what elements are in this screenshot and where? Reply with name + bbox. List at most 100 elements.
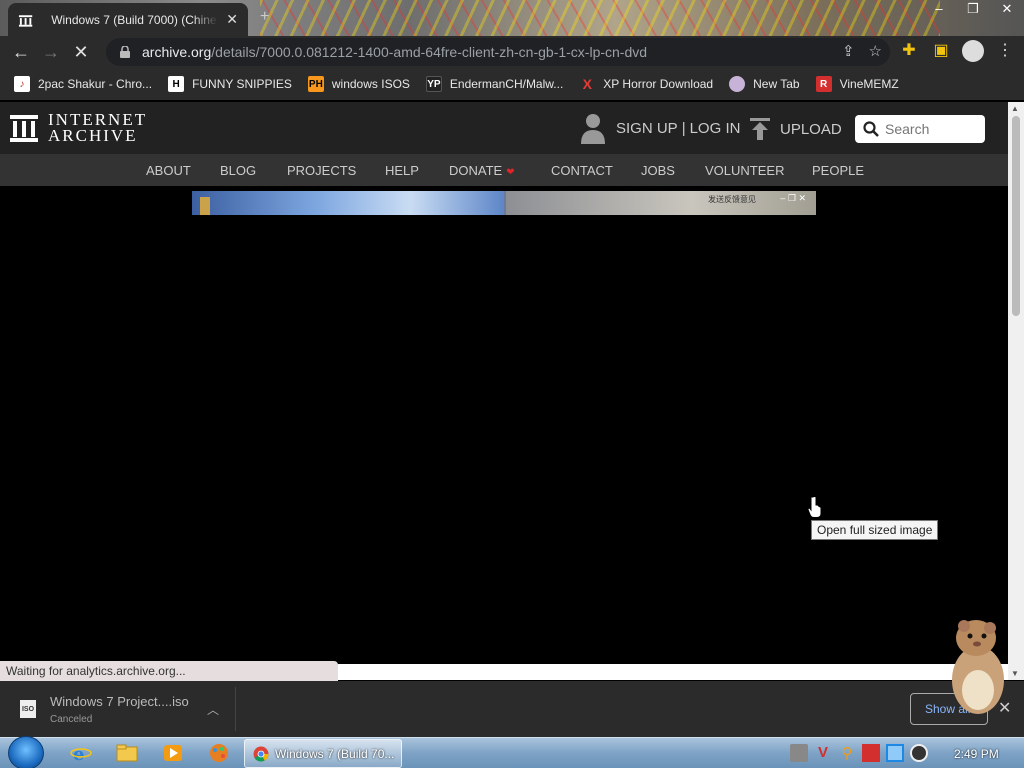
- browser-titlebar: Windows 7 (Build 7000) (Chinese ✕ + – ❐ …: [0, 0, 1024, 36]
- bookmark-item[interactable]: R VineMEMZ: [815, 76, 899, 92]
- nav-jobs[interactable]: JOBS: [641, 163, 675, 178]
- search-icon: [863, 121, 879, 137]
- tray-search-icon[interactable]: ⚲: [838, 744, 856, 762]
- browser-toolbar: ← → ✕ archive.org/details/7000.0.081212-…: [0, 36, 1024, 68]
- user-silhouette-icon: [581, 114, 605, 144]
- hand-cursor-icon: [808, 496, 822, 518]
- tab-title: Windows 7 (Build 7000) (Chinese: [51, 12, 219, 27]
- taskbar-window-label: Windows 7 (Build 70...: [275, 746, 395, 761]
- scroll-thumb[interactable]: [1012, 116, 1020, 316]
- page-bottom-band: [338, 664, 1008, 680]
- downloads-bar: ISO Windows 7 Project....iso Canceled ︿: [0, 681, 1024, 737]
- nav-volunteer[interactable]: VOLUNTEER: [705, 163, 784, 178]
- avatar-icon: [729, 76, 746, 92]
- browser-tools: ✚ ▣ ⋮: [898, 40, 1016, 62]
- tray-monitor-icon[interactable]: [886, 744, 904, 762]
- ia-search-box: [855, 115, 985, 143]
- desktop-hamster-pet[interactable]: [940, 618, 1010, 718]
- chevron-up-icon[interactable]: ︿: [207, 701, 219, 718]
- preview-window-controls: – ❐ ✕: [780, 193, 806, 203]
- file-explorer-icon[interactable]: [116, 743, 138, 763]
- start-orb-icon[interactable]: [8, 736, 44, 768]
- url-text: archive.org/details/7000.0.081212-1400-a…: [142, 44, 647, 60]
- nav-blog[interactable]: BLOG: [220, 163, 256, 178]
- internet-explorer-icon[interactable]: e: [70, 743, 92, 763]
- close-window-icon[interactable]: ✕: [990, 0, 1024, 18]
- heart-icon: ❤: [506, 167, 515, 178]
- nav-people[interactable]: PEOPLE: [812, 163, 864, 178]
- minimize-icon[interactable]: –: [922, 0, 956, 18]
- search-input[interactable]: [885, 121, 975, 137]
- nav-contact[interactable]: CONTACT: [551, 163, 613, 178]
- bookmark-item[interactable]: H FUNNY SNIPPIES: [168, 76, 292, 92]
- log-in-link[interactable]: LOG IN: [690, 120, 741, 137]
- nav-donate-label: DONATE: [449, 163, 503, 178]
- scroll-down-icon[interactable]: ▼: [1011, 669, 1019, 678]
- bookmark-item[interactable]: ♪ 2pac Shakur - Chro...: [14, 76, 152, 92]
- scroll-up-icon[interactable]: ▲: [1011, 104, 1019, 113]
- taskbar-clock[interactable]: 2:49 PM: [954, 747, 999, 761]
- media-player-icon[interactable]: [162, 743, 184, 763]
- preview-desktop-wallpaper: [192, 191, 504, 215]
- bookmark-label: 2pac Shakur - Chro...: [38, 77, 153, 91]
- url-host: archive.org: [142, 44, 212, 60]
- side-panel-icon[interactable]: ▣: [930, 40, 952, 62]
- iso-file-icon: ISO: [20, 700, 36, 718]
- nav-donate[interactable]: DONATE ❤: [449, 163, 515, 178]
- profile-avatar-icon[interactable]: [962, 40, 984, 62]
- tray-app-icon[interactable]: [790, 744, 808, 762]
- upload-link[interactable]: UPLOAD: [750, 118, 842, 140]
- nav-about[interactable]: ABOUT: [146, 163, 191, 178]
- forward-icon[interactable]: →: [36, 37, 66, 67]
- tab-close-icon[interactable]: ✕: [226, 11, 238, 28]
- bookmark-item[interactable]: YP EndermanCH/Malw...: [425, 76, 564, 92]
- menu-dots-icon[interactable]: ⋮: [994, 40, 1016, 62]
- upload-label: UPLOAD: [780, 120, 842, 138]
- sign-up-link[interactable]: SIGN UP: [616, 120, 678, 137]
- upload-arrow-icon: [750, 118, 770, 140]
- preview-caption: 发送反馈意见: [708, 195, 756, 204]
- window-controls: – ❐ ✕: [922, 0, 1024, 18]
- taskbar-chrome-window[interactable]: Windows 7 (Build 70...: [244, 739, 402, 768]
- logo-line-2: ARCHIVE: [48, 126, 138, 145]
- tray-flag-icon[interactable]: [862, 744, 880, 762]
- bookmark-label: EndermanCH/Malw...: [449, 77, 564, 91]
- ia-top-nav: ABOUT BLOG PROJECTS HELP DONATE ❤ CONTACT…: [0, 154, 1008, 186]
- nav-projects[interactable]: PROJECTS: [287, 163, 356, 178]
- image-tooltip: Open full sized image: [811, 520, 939, 540]
- restore-icon[interactable]: ❐: [956, 0, 990, 18]
- bookmark-label: New Tab: [753, 77, 800, 91]
- page-vertical-scrollbar[interactable]: ▲ ▼: [1008, 102, 1024, 680]
- item-image-preview[interactable]: 发送反馈意见 – ❐ ✕: [192, 191, 816, 215]
- browser-tab[interactable]: Windows 7 (Build 7000) (Chinese ✕: [8, 3, 248, 36]
- desktop-screen: Windows 7 (Build 7000) (Chinese ✕ + – ❐ …: [0, 0, 1024, 768]
- lock-icon: [120, 46, 130, 58]
- ph-icon: PH: [307, 76, 324, 92]
- address-bar[interactable]: archive.org/details/7000.0.081212-1400-a…: [106, 38, 890, 66]
- bookmark-item[interactable]: X XP Horror Download: [579, 76, 714, 92]
- paint-app-icon[interactable]: [208, 743, 230, 763]
- ia-logo[interactable]: INTERNET ARCHIVE: [10, 111, 147, 145]
- archive-temple-icon: [10, 115, 38, 142]
- share-icon[interactable]: ⇪: [842, 42, 855, 60]
- bookmark-star-icon[interactable]: ☆: [869, 42, 882, 60]
- ia-header: INTERNET ARCHIVE SIGN UP | LOG IN UPLOAD: [0, 102, 1008, 154]
- nav-help[interactable]: HELP: [385, 163, 419, 178]
- back-icon[interactable]: ←: [6, 37, 36, 67]
- tray-volume-icon[interactable]: [910, 744, 928, 762]
- new-tab-icon[interactable]: +: [260, 8, 269, 26]
- bookmark-label: windows ISOS: [331, 77, 410, 91]
- download-status: Canceled: [50, 713, 93, 725]
- archive-favicon-icon: [18, 14, 33, 27]
- extensions-puzzle-icon[interactable]: ✚: [898, 40, 920, 62]
- bookmark-item[interactable]: PH windows ISOS: [307, 76, 410, 92]
- yp-icon: YP: [425, 76, 442, 92]
- stop-loading-icon[interactable]: ✕: [66, 37, 96, 67]
- url-path: /details/7000.0.081212-1400-amd-64fre-cl…: [211, 44, 648, 60]
- download-item[interactable]: ISO Windows 7 Project....iso Canceled ︿: [10, 687, 236, 731]
- tray-v-icon[interactable]: V: [814, 744, 832, 762]
- download-file-name: Windows 7 Project....iso: [50, 693, 189, 709]
- bookmark-label: VineMEMZ: [839, 77, 899, 91]
- theme-background: [260, 0, 940, 36]
- bookmark-item[interactable]: New Tab: [729, 76, 800, 92]
